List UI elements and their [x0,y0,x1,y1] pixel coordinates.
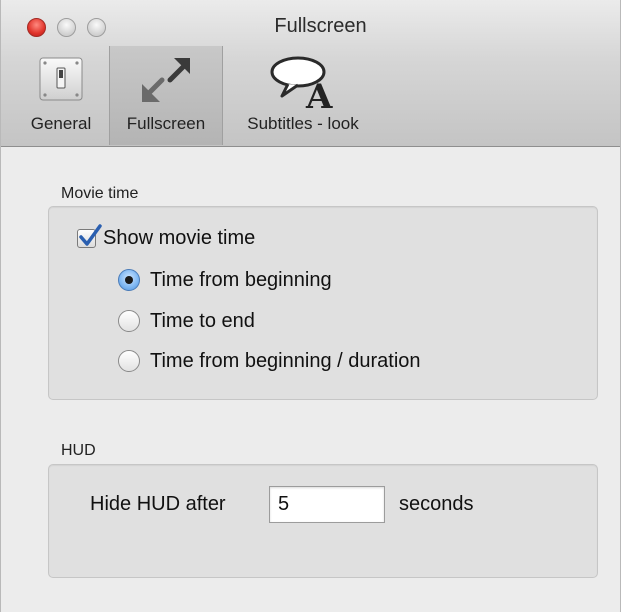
preferences-window: Fullscreen General Fullscreen A Subtitle… [0,0,621,612]
show-movie-time-checkbox[interactable] [77,224,102,248]
radio-time-to-end[interactable] [118,310,140,332]
hud-section-label: HUD [61,442,96,459]
titlebar-toolbar: Fullscreen General Fullscreen A Subtitle… [1,0,620,147]
checkmark-icon [79,224,102,246]
svg-text:A: A [305,77,333,110]
toolbar-label-subtitles-look: Subtitles - look [247,114,359,133]
radio-selected-dot [125,276,133,284]
radio-time-from-beginning[interactable] [118,269,140,291]
toolbar-label-fullscreen: Fullscreen [126,114,206,133]
window-title: Fullscreen [274,15,367,37]
fullscreen-arrows-icon [138,54,194,111]
toolbar-item-fullscreen[interactable]: Fullscreen [109,46,223,145]
hide-hud-after-label: Hide HUD after [90,493,226,515]
toolbar-item-subtitles-look[interactable]: A Subtitles - look [223,46,383,145]
hide-hud-seconds-input[interactable]: 5 [269,486,385,523]
show-movie-time-label[interactable]: Show movie time [103,227,255,250]
hud-group-box: Hide HUD after 5 seconds [48,464,598,578]
movie-time-section-label: Movie time [61,185,139,202]
toolbar-label-general: General [30,114,92,133]
radio-label-time-from-beginning[interactable]: Time from beginning [150,269,332,292]
movie-time-group-box: Show movie time Time from beginning Time… [48,206,598,400]
toolbar-item-general[interactable]: General [15,46,107,145]
radio-time-from-beginning-duration[interactable] [118,350,140,372]
radio-label-time-to-end[interactable]: Time to end [150,310,255,333]
light-switch-icon [36,54,86,109]
speech-bubble-letter-icon: A [268,54,338,117]
radio-label-time-from-beginning-duration[interactable]: Time from beginning / duration [150,350,421,373]
seconds-unit-label: seconds [399,493,474,515]
